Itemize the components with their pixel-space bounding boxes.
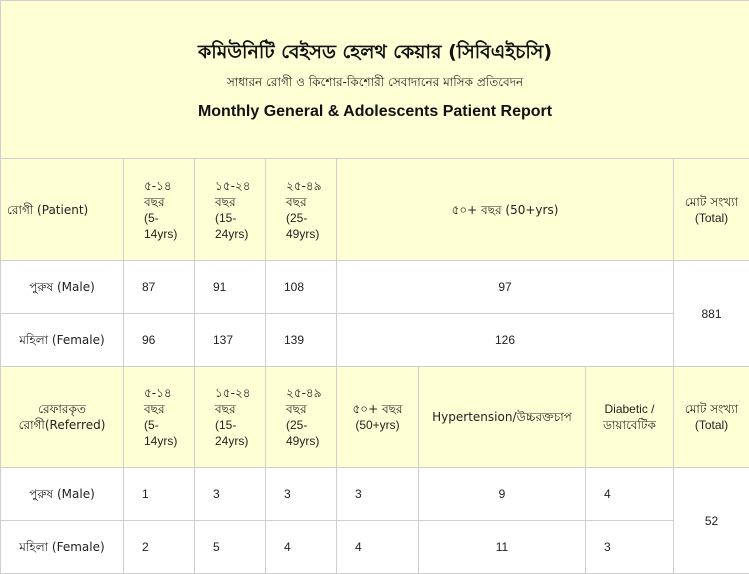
referred-male-diabetic: 4 [586,468,674,521]
table-row: মহিলা (Female) 2 5 4 4 11 3 [1,521,749,574]
referred-female-diabetic: 3 [586,521,674,574]
patient-age-25-49-header: ২৫-৪৯ বছর(25-49yrs) [266,159,337,261]
referred-total-value: 52 [674,468,749,574]
table-row: মহিলা (Female) 96 137 139 126 [1,314,749,367]
patient-female-5-14: 96 [124,314,195,367]
patient-label: রোগী (Patient) [1,159,124,261]
patient-female-25-49: 139 [266,314,337,367]
referred-total-header: মোট সংখ্যা(Total) [674,367,749,468]
referred-female-hypertension: 11 [419,521,586,574]
monthly-report-table: কমিউনিটি বেইসড হেলথ কেয়ার (সিবিএইচসি) স… [0,0,749,574]
patient-total-header: মোট সংখ্যা(Total) [674,159,749,261]
table-row: পুরুষ (Male) 1 3 3 3 9 4 52 [1,468,749,521]
referred-female-5-14: 2 [124,521,195,574]
patient-header-row: রোগী (Patient) ৫-১৪ বছর(5-14yrs) ১৫-২৪ ব… [1,159,749,261]
referred-male-hypertension: 9 [419,468,586,521]
report-subtitle-bn: সাধারন রোগী ও কিশোর-কিশোরী সেবাদানের মাস… [7,74,743,90]
patient-male-15-24: 91 [195,261,266,314]
patient-male-5-14: 87 [124,261,195,314]
referred-hypertension-header: Hypertension/উচ্চরক্তচাপ [419,367,586,468]
patient-female-50-plus: 126 [337,314,674,367]
patient-male-25-49: 108 [266,261,337,314]
referred-diabetic-header: Diabetic /ডায়াবেটিক [586,367,674,468]
referred-female-25-49: 4 [266,521,337,574]
referred-age-50-plus-header: ৫০+ বছর(50+yrs) [337,367,419,468]
referred-age-5-14-header: ৫-১৪ বছর(5-14yrs) [124,367,195,468]
referred-male-label: পুরুষ (Male) [1,468,124,521]
patient-age-15-24-header: ১৫-২৪ বছর(15-24yrs) [195,159,266,261]
patient-male-label: পুরুষ (Male) [1,261,124,314]
patient-female-15-24: 137 [195,314,266,367]
referred-male-25-49: 3 [266,468,337,521]
report-title-cell: কমিউনিটি বেইসড হেলথ কেয়ার (সিবিএইচসি) স… [1,1,749,159]
referred-header-row: রেফারকৃতরোগী(Referred) ৫-১৪ বছর(5-14yrs)… [1,367,749,468]
report-title-en: Monthly General & Adolescents Patient Re… [7,104,743,120]
referred-age-25-49-header: ২৫-৪৯ বছর(25-49yrs) [266,367,337,468]
report-title-bn: কমিউনিটি বেইসড হেলথ কেয়ার (সিবিএইচসি) [7,44,743,60]
referred-female-label: মহিলা (Female) [1,521,124,574]
patient-female-label: মহিলা (Female) [1,314,124,367]
report-title-row: কমিউনিটি বেইসড হেলথ কেয়ার (সিবিএইচসি) স… [1,1,749,159]
patient-age-5-14-header: ৫-১৪ বছর(5-14yrs) [124,159,195,261]
patient-male-50-plus: 97 [337,261,674,314]
referred-label: রেফারকৃতরোগী(Referred) [1,367,124,468]
patient-total-value: 881 [674,261,749,367]
referred-male-15-24: 3 [195,468,266,521]
table-row: পুরুষ (Male) 87 91 108 97 881 [1,261,749,314]
referred-female-50-plus: 4 [337,521,419,574]
referred-male-5-14: 1 [124,468,195,521]
referred-age-15-24-header: ১৫-২৪ বছর(15-24yrs) [195,367,266,468]
referred-male-50-plus: 3 [337,468,419,521]
referred-female-15-24: 5 [195,521,266,574]
patient-age-50-plus-header: ৫০+ বছর (50+yrs) [337,159,674,261]
